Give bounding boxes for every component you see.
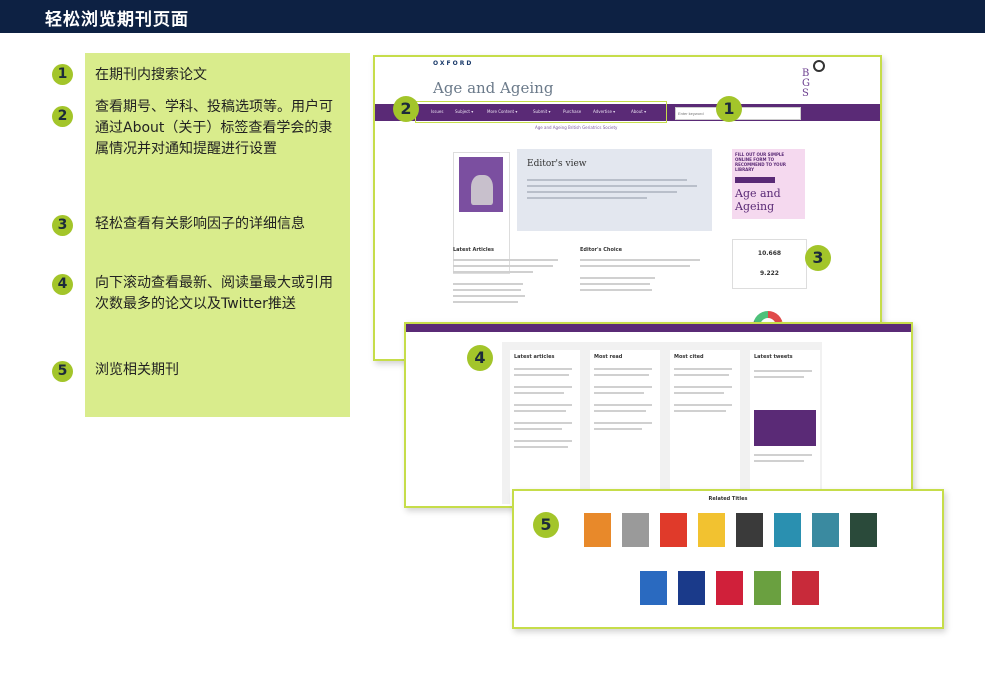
editors-view-heading: Editor's view — [527, 159, 587, 169]
most-read-column: Most read — [590, 350, 660, 504]
col-heading: Latest tweets — [754, 354, 793, 360]
purple-bar — [406, 324, 911, 332]
callout-badge-4: 4 — [467, 345, 493, 371]
issue-cover[interactable] — [453, 152, 510, 274]
legend-badge-3: 3 — [52, 215, 73, 236]
journal-title: Age and Ageing — [433, 79, 554, 97]
related-journal-cover[interactable] — [678, 571, 705, 605]
editors-choice-heading: Editor's Choice — [580, 247, 622, 253]
related-journal-cover[interactable] — [660, 513, 687, 547]
latest-articles-heading: Latest Articles — [453, 247, 494, 253]
ad-text: FILL OUT OUR SIMPLE ONLINE FORM TO RECOM… — [735, 152, 786, 172]
nav-highlight-frame — [415, 101, 667, 123]
related-journal-cover[interactable] — [774, 513, 801, 547]
related-journal-cover[interactable] — [754, 571, 781, 605]
related-journal-cover[interactable] — [736, 513, 763, 547]
callout-badge-5: 5 — [533, 512, 559, 538]
latest-articles-column: Latest articles — [510, 350, 580, 504]
legend-text: 浏览相关期刊 — [95, 362, 179, 378]
related-titles-heading: Related Titles — [708, 496, 748, 502]
related-journal-cover[interactable] — [850, 513, 877, 547]
cover-image — [459, 157, 503, 212]
related-journal-cover[interactable] — [792, 571, 819, 605]
related-journal-cover[interactable] — [640, 571, 667, 605]
tweet-image — [754, 410, 816, 446]
col-heading: Most read — [594, 354, 623, 360]
society-logo: BGS — [802, 68, 810, 99]
recommend-library-ad[interactable]: FILL OUT OUR SIMPLE ONLINE FORM TO RECOM… — [732, 149, 805, 219]
impact-factor-value: 10.668 — [757, 250, 782, 257]
col-heading: Most cited — [674, 354, 704, 360]
legend-text: 查看期号、学科、投稿选项等。用户可通过About（关于）标签查看学会的隶属情况并… — [95, 99, 333, 157]
legend-text: 在期刊内搜索论文 — [95, 67, 207, 83]
five-year-impact-factor-value: 9.222 — [760, 270, 779, 277]
related-journal-cover[interactable] — [622, 513, 649, 547]
subnav-text: Age and Ageing British Geriatrics Societ… — [535, 125, 618, 130]
ad-journal-title: Age and Ageing — [735, 187, 781, 213]
editors-view-box: Editor's view — [517, 149, 712, 231]
col-heading: Latest articles — [514, 354, 555, 360]
legend-badge-4: 4 — [52, 274, 73, 295]
related-journal-cover[interactable] — [698, 513, 725, 547]
page-title: 轻松浏览期刊页面 — [45, 10, 189, 30]
callout-badge-2: 2 — [393, 96, 419, 122]
related-journal-cover[interactable] — [812, 513, 839, 547]
most-cited-column: Most cited — [670, 350, 740, 504]
legend-text: 向下滚动查看最新、阅读量最大或引用次数最多的论文以及Twitter推送 — [95, 275, 333, 312]
legend-badge-2: 2 — [52, 106, 73, 127]
related-journal-cover[interactable] — [584, 513, 611, 547]
journal-homepage-screenshot: OXFORD Age and Ageing BGS Issues Subject… — [373, 55, 882, 361]
latest-tweets-column: Latest tweets — [750, 350, 820, 504]
legend-badge-1: 1 — [52, 64, 73, 85]
impact-factor-box[interactable]: 10.668 9.222 — [732, 239, 807, 289]
callout-badge-1: 1 — [716, 96, 742, 122]
legend-text: 轻松查看有关影响因子的详细信息 — [95, 216, 305, 232]
related-titles-screenshot: Related Titles — [512, 489, 944, 629]
legend-panel: 在期刊内搜索论文 查看期号、学科、投稿选项等。用户可通过About（关于）标签查… — [85, 53, 350, 417]
header-bar: 轻松浏览期刊页面 — [0, 0, 985, 33]
callout-badge-3: 3 — [805, 245, 831, 271]
legend-badge-5: 5 — [52, 361, 73, 382]
publisher-logo: OXFORD — [433, 60, 474, 67]
related-journal-cover[interactable] — [716, 571, 743, 605]
